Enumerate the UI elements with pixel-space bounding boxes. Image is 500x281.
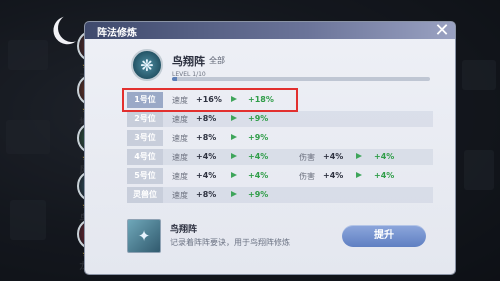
stat-current-value-secondary: +4% [323, 171, 344, 180]
stat-next-value-secondary: +4% [374, 171, 395, 180]
position-label: 2号位 [127, 111, 163, 127]
position-label: 灵兽位 [127, 187, 163, 203]
stat-row[interactable]: 5号位 速度 +4% +4% 伤害 +4% +4% [127, 168, 433, 184]
arrow-right-icon [231, 172, 238, 179]
stat-next-value: +4% [248, 171, 269, 180]
arrow-right-icon [231, 115, 238, 122]
arrow-right-icon [231, 134, 238, 141]
stat-current-value-secondary: +4% [323, 152, 344, 161]
stat-row[interactable]: 2号位 速度 +8% +9% [127, 111, 433, 127]
current-formation-scope: 全部 [209, 56, 225, 65]
stat-row[interactable]: 4号位 速度 +4% +4% 伤害 +4% +4% [127, 149, 433, 165]
stat-name: 速度 [172, 153, 188, 162]
position-label: 3号位 [127, 130, 163, 146]
item-description: 记录着阵阵要诀，用于鸟翔阵修炼 [170, 238, 290, 247]
arrow-right-icon [231, 191, 238, 198]
stat-row[interactable]: 灵兽位 速度 +8% +9% [127, 187, 433, 203]
panel-title: 阵法修炼 [97, 28, 137, 39]
current-formation-emblem-icon: ❋ [131, 49, 163, 81]
current-formation-name: 鸟翔阵 [172, 55, 205, 68]
upgrade-button[interactable]: 提升 [342, 225, 426, 247]
stat-name: 速度 [172, 191, 188, 200]
formation-scroll-icon[interactable]: ✦ [127, 219, 161, 253]
stat-next-value: +4% [248, 152, 269, 161]
arrow-right-icon [231, 153, 238, 160]
arrow-right-icon [356, 172, 363, 179]
panel-header: 阵法修炼 [85, 22, 455, 39]
highlight-box [122, 88, 298, 112]
level-progress-fill [172, 77, 178, 81]
stat-current-value: +8% [196, 114, 217, 123]
stat-name: 速度 [172, 115, 188, 124]
stat-current-value: +4% [196, 152, 217, 161]
stat-next-value: +9% [248, 114, 269, 123]
stat-name-secondary: 伤害 [299, 172, 315, 181]
stat-next-value: +9% [248, 190, 269, 199]
stat-name: 速度 [172, 134, 188, 143]
stat-name-secondary: 伤害 [299, 153, 315, 162]
stat-next-value-secondary: +4% [374, 152, 395, 161]
stat-current-value: +4% [196, 171, 217, 180]
position-label: 4号位 [127, 149, 163, 165]
position-label: 5号位 [127, 168, 163, 184]
item-name: 鸟翔阵 [170, 225, 198, 235]
arrow-right-icon [356, 153, 363, 160]
close-button[interactable]: ✕ [432, 22, 452, 42]
stat-row[interactable]: 3号位 速度 +8% +9% [127, 130, 433, 146]
stat-next-value: +9% [248, 133, 269, 142]
stat-current-value: +8% [196, 133, 217, 142]
stat-current-value: +8% [196, 190, 217, 199]
level-progress-bar [172, 77, 430, 81]
stat-name: 速度 [172, 172, 188, 181]
